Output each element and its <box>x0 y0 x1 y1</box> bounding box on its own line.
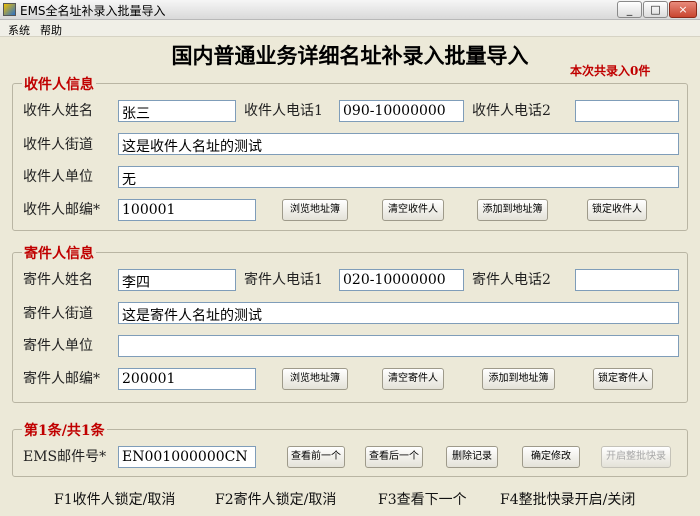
hotkey-f1: F1收件人锁定/取消 <box>54 492 176 508</box>
ems-number-label: EMS邮件号* <box>23 449 107 465</box>
sender-street-input[interactable]: 这是寄件人名址的测试 <box>118 302 679 324</box>
hotkey-f4: F4整批快录开启/关闭 <box>500 492 636 508</box>
recipient-add-to-address-book-button[interactable]: 添加到地址簿 <box>477 199 548 221</box>
sender-name-input[interactable]: 李四 <box>118 269 236 291</box>
recipient-phone1-label: 收件人电话1 <box>244 103 323 119</box>
minimize-button[interactable]: _ <box>617 1 642 18</box>
sender-phone1-label: 寄件人电话1 <box>244 272 323 288</box>
confirm-edit-button[interactable]: 确定修改 <box>522 446 580 468</box>
lock-sender-button[interactable]: 锁定寄件人 <box>593 368 653 390</box>
lock-recipient-button[interactable]: 锁定收件人 <box>587 199 647 221</box>
recipient-street-label: 收件人街道 <box>23 137 93 153</box>
sender-postcode-input[interactable]: 200001 <box>118 368 256 390</box>
recipient-name-label: 收件人姓名 <box>23 103 93 119</box>
sender-phone2-input[interactable] <box>575 269 679 291</box>
recipient-company-input[interactable]: 无 <box>118 166 679 188</box>
recipient-street-input[interactable]: 这是收件人名址的测试 <box>118 133 679 155</box>
maximize-button[interactable]: □ <box>643 1 668 18</box>
menu-system[interactable]: 系统 <box>8 22 30 38</box>
recipient-postcode-input[interactable]: 100001 <box>118 199 256 221</box>
ems-number-input[interactable]: EN001000000CN <box>118 446 256 468</box>
recipient-browse-address-button[interactable]: 浏览地址簿 <box>282 199 348 221</box>
hotkey-f3: F3查看下一个 <box>378 492 467 508</box>
menu-help[interactable]: 帮助 <box>40 22 62 38</box>
sender-company-input[interactable] <box>118 335 679 357</box>
sender-phone1-input[interactable]: 020-10000000 <box>339 269 464 291</box>
sender-group-title: 寄件人信息 <box>22 243 96 263</box>
close-button[interactable]: × <box>669 1 697 18</box>
sender-company-label: 寄件人单位 <box>23 338 93 354</box>
sender-postcode-label: 寄件人邮编* <box>23 371 100 387</box>
view-next-button[interactable]: 查看后一个 <box>365 446 423 468</box>
clear-recipient-button[interactable]: 清空收件人 <box>382 199 444 221</box>
entry-count: 本次共录入0件 <box>570 64 651 78</box>
record-group-title: 第1条/共1条 <box>22 420 107 440</box>
recipient-name-input[interactable]: 张三 <box>118 100 236 122</box>
recipient-phone1-input[interactable]: 090-10000000 <box>339 100 464 122</box>
recipient-phone2-input[interactable] <box>575 100 679 122</box>
hotkey-f2: F2寄件人锁定/取消 <box>215 492 337 508</box>
view-previous-button[interactable]: 查看前一个 <box>287 446 345 468</box>
menu-bar <box>0 20 700 37</box>
recipient-phone2-label: 收件人电话2 <box>472 103 551 119</box>
clear-sender-button[interactable]: 清空寄件人 <box>382 368 444 390</box>
recipient-group-title: 收件人信息 <box>22 74 96 94</box>
window-title: EMS全名址补录入批量导入 <box>20 4 166 18</box>
app-icon <box>3 3 16 16</box>
sender-name-label: 寄件人姓名 <box>23 272 93 288</box>
sender-phone2-label: 寄件人电话2 <box>472 272 551 288</box>
sender-street-label: 寄件人街道 <box>23 306 93 322</box>
sender-add-to-address-book-button[interactable]: 添加到地址簿 <box>482 368 555 390</box>
recipient-company-label: 收件人单位 <box>23 169 93 185</box>
start-batch-entry-button[interactable]: 开启整批快录 <box>601 446 671 468</box>
record-group <box>12 429 688 477</box>
sender-browse-address-button[interactable]: 浏览地址簿 <box>282 368 348 390</box>
recipient-postcode-label: 收件人邮编* <box>23 202 100 218</box>
delete-record-button[interactable]: 删除记录 <box>446 446 498 468</box>
